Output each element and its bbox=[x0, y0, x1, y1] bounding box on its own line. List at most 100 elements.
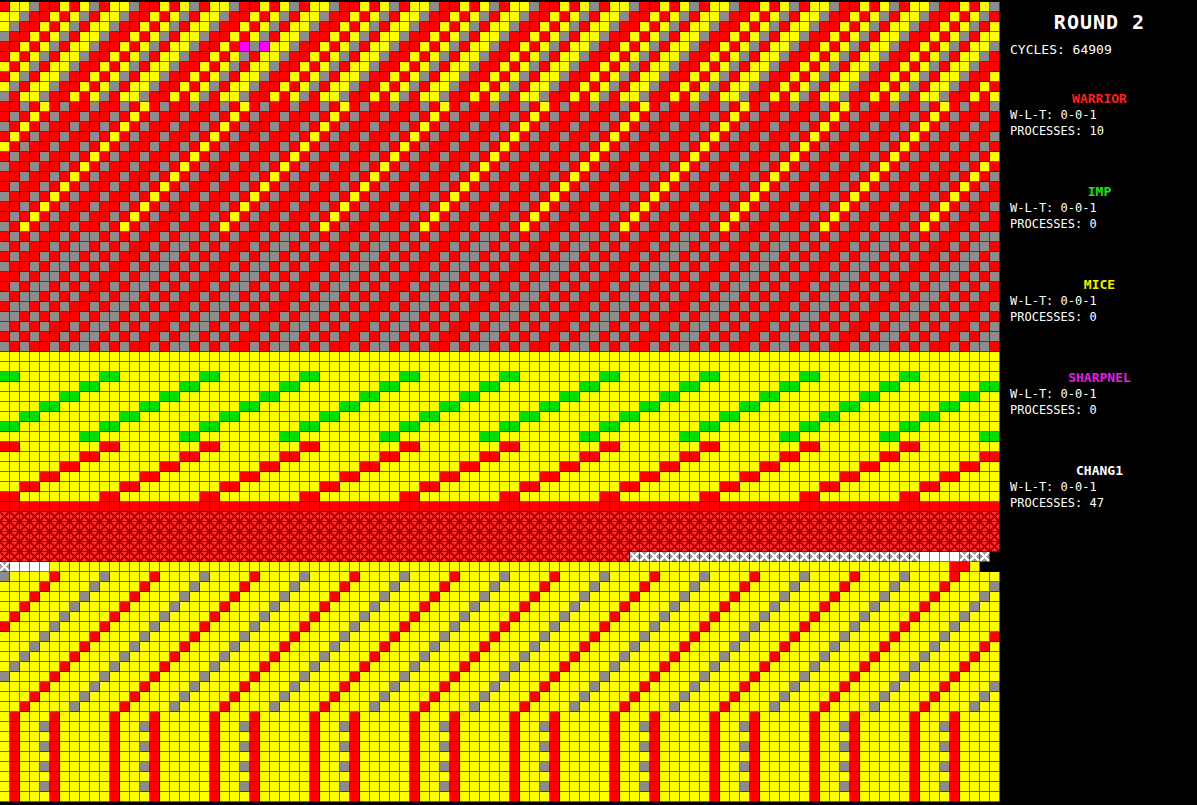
core-cell bbox=[280, 12, 290, 22]
core-cell bbox=[580, 72, 590, 82]
core-cell bbox=[370, 132, 380, 142]
core-cell bbox=[20, 172, 30, 182]
core-cell bbox=[610, 82, 620, 92]
core-cell bbox=[770, 122, 780, 132]
core-cell bbox=[740, 2, 750, 12]
core-cell bbox=[840, 22, 850, 32]
core-cell bbox=[160, 102, 170, 112]
core-cell bbox=[750, 172, 760, 182]
core-cell bbox=[760, 162, 770, 172]
core-cell bbox=[340, 172, 350, 182]
core-cell bbox=[920, 182, 930, 192]
core-cell bbox=[370, 82, 380, 92]
core-cell bbox=[790, 102, 800, 112]
core-cell bbox=[110, 62, 120, 72]
core-cell bbox=[470, 22, 480, 32]
core-cell bbox=[540, 62, 550, 72]
core-cell bbox=[320, 142, 330, 152]
core-cell bbox=[900, 102, 910, 112]
core-cell bbox=[600, 102, 610, 112]
core-cell bbox=[0, 122, 10, 132]
core-cell bbox=[980, 162, 990, 172]
core-cell bbox=[900, 72, 910, 82]
core-cell bbox=[980, 52, 990, 62]
core-cell bbox=[30, 42, 40, 52]
core-cell bbox=[480, 92, 490, 102]
core-cell bbox=[230, 72, 240, 82]
core-cell bbox=[470, 132, 480, 142]
core-cell bbox=[380, 2, 390, 12]
core-cell bbox=[920, 152, 930, 162]
core-cell bbox=[680, 162, 690, 172]
core-cell bbox=[140, 52, 150, 62]
core-cell bbox=[480, 122, 490, 132]
core-cell bbox=[60, 162, 70, 172]
core-cell bbox=[350, 102, 360, 112]
core-cell bbox=[780, 52, 790, 62]
core-cell bbox=[950, 12, 960, 22]
core-cell bbox=[450, 72, 460, 82]
core-cell bbox=[960, 2, 970, 12]
core-cell bbox=[160, 72, 170, 82]
core-cell bbox=[930, 62, 940, 72]
core-cell bbox=[0, 22, 10, 32]
core-cell bbox=[200, 32, 210, 42]
core-cell bbox=[820, 92, 830, 102]
core-cell bbox=[250, 182, 260, 192]
core-cell bbox=[170, 172, 180, 182]
core-cell bbox=[210, 152, 220, 162]
core-cell bbox=[870, 22, 880, 32]
core-cell bbox=[900, 32, 910, 42]
core-cell bbox=[420, 2, 430, 12]
core-cell bbox=[390, 142, 400, 152]
core-cell bbox=[540, 162, 550, 172]
core-cell bbox=[0, 132, 10, 142]
core-cell bbox=[470, 182, 480, 192]
core-cell bbox=[50, 122, 60, 132]
core-cell bbox=[800, 32, 810, 42]
core-cell bbox=[650, 22, 660, 32]
core-cell bbox=[590, 92, 600, 102]
core-cell bbox=[680, 192, 690, 202]
core-cell bbox=[470, 162, 480, 172]
core-cell bbox=[950, 152, 960, 162]
core-cell bbox=[600, 82, 610, 92]
core-cell bbox=[240, 62, 250, 72]
core-cell bbox=[930, 172, 940, 182]
core-cell bbox=[200, 92, 210, 102]
core-cell bbox=[290, 102, 300, 112]
core-cell bbox=[240, 42, 250, 52]
core-cell bbox=[560, 112, 570, 122]
core-cell bbox=[620, 112, 630, 122]
core-cell bbox=[10, 92, 20, 102]
core-cell bbox=[810, 102, 820, 112]
core-cell bbox=[610, 142, 620, 152]
core-cell bbox=[910, 122, 920, 132]
core-cell bbox=[390, 182, 400, 192]
core-cell bbox=[110, 82, 120, 92]
core-cell bbox=[540, 2, 550, 12]
core-cell bbox=[830, 142, 840, 152]
core-cell bbox=[260, 152, 270, 162]
core-cell bbox=[620, 42, 630, 52]
core-cell bbox=[130, 62, 140, 72]
core-cell bbox=[770, 22, 780, 32]
core-cell bbox=[990, 172, 1000, 182]
core-cell bbox=[620, 72, 630, 82]
core-cell bbox=[860, 12, 870, 22]
core-cell bbox=[330, 112, 340, 122]
core-cell bbox=[360, 82, 370, 92]
core-cell bbox=[400, 12, 410, 22]
core-cell bbox=[990, 32, 1000, 42]
core-cell bbox=[420, 182, 430, 192]
core-cell bbox=[780, 182, 790, 192]
core-cell bbox=[180, 92, 190, 102]
core-cell bbox=[790, 32, 800, 42]
core-cell bbox=[970, 132, 980, 142]
core-cell bbox=[320, 62, 330, 72]
core-cell bbox=[400, 2, 410, 12]
core-cell bbox=[100, 42, 110, 52]
core-cell bbox=[760, 152, 770, 162]
core-cell bbox=[110, 32, 120, 42]
core-cell bbox=[970, 42, 980, 52]
